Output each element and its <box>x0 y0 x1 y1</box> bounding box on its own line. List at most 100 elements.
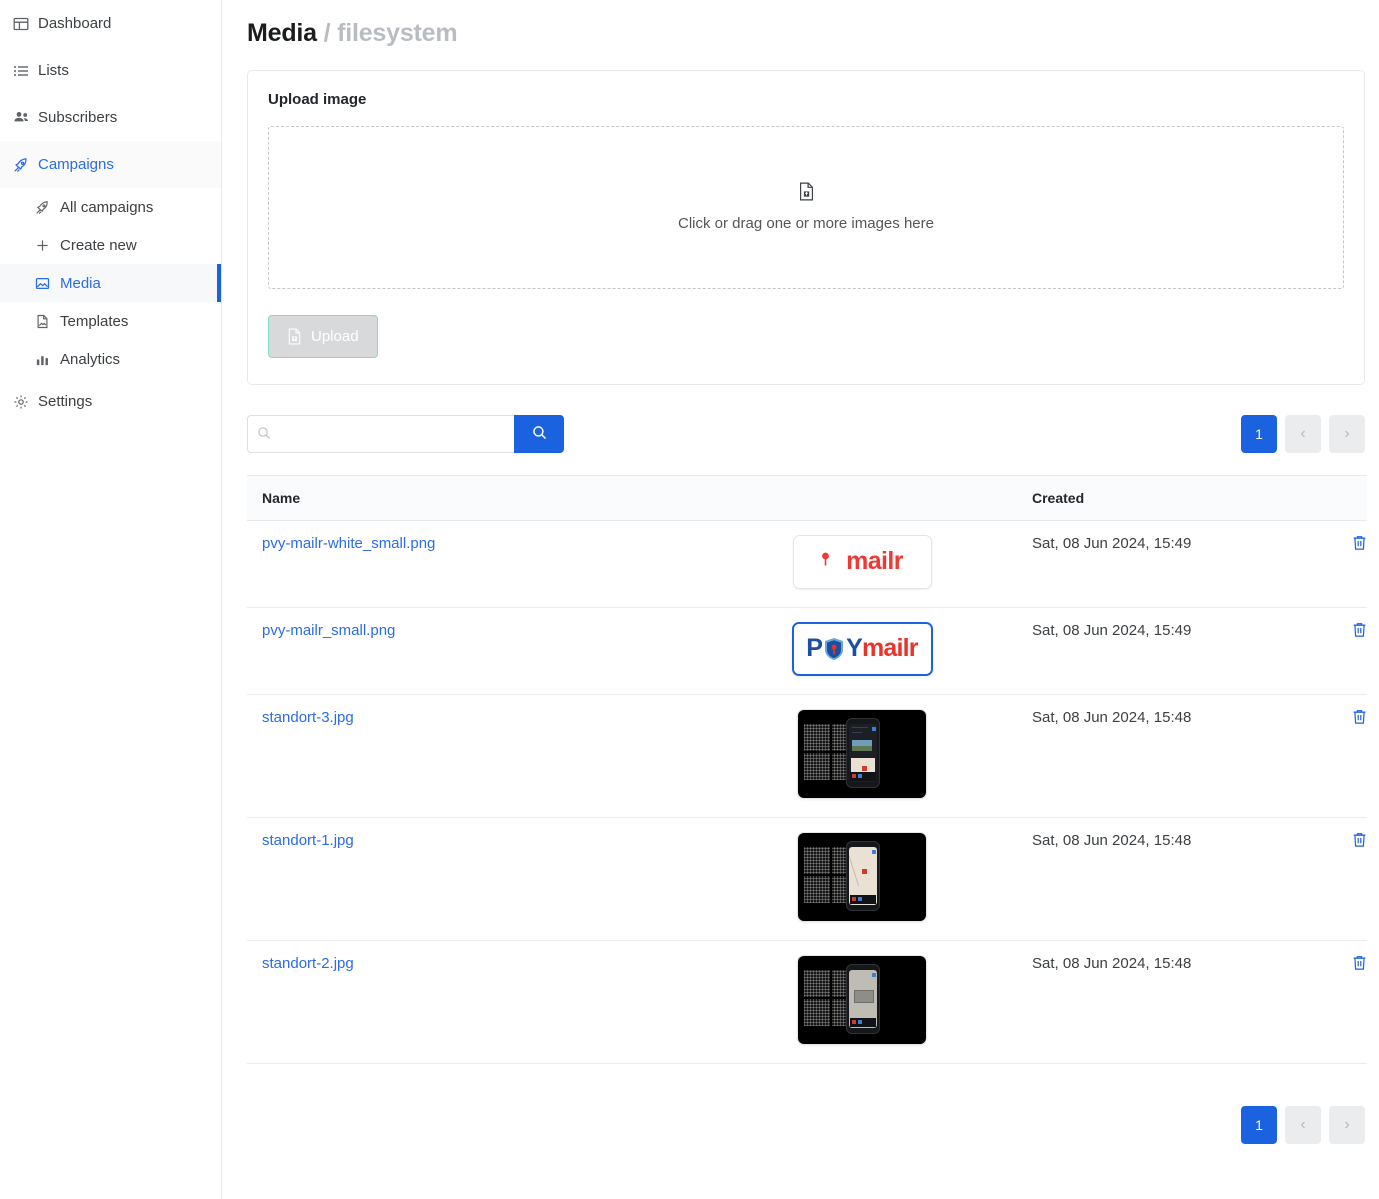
photo-phone <box>846 963 880 1034</box>
pagination-next-button[interactable]: › <box>1329 414 1365 453</box>
trash-icon[interactable] <box>1352 832 1367 848</box>
sidebar-subitem-label: Templates <box>60 312 129 330</box>
trash-icon[interactable] <box>1352 535 1367 551</box>
dropzone-text: Click or drag one or more images here <box>678 215 934 233</box>
sidebar-item-create-new[interactable]: Create new <box>0 226 221 264</box>
campaigns-subnav: All campaigns Create new Media Templates… <box>0 188 221 378</box>
logo-letter-p: P <box>806 634 823 663</box>
photo-phone <box>846 840 880 911</box>
cell-name: pvy-mailr-white_small.png <box>247 520 692 608</box>
image-icon <box>30 276 55 291</box>
media-thumbnail[interactable] <box>797 831 927 922</box>
table-row: standort-2.jpg Sat, 08 Jun 2024, 15:48 <box>247 940 1367 1064</box>
phone-screen <box>849 723 877 782</box>
mailr-white-logo: mailr <box>793 535 931 588</box>
people-icon <box>8 109 34 126</box>
bar-chart-icon <box>30 352 55 367</box>
list-icon <box>8 63 34 79</box>
search-icon <box>532 425 547 443</box>
search-box <box>247 414 564 453</box>
file-upload-icon <box>287 328 302 345</box>
sidebar-item-label: Lists <box>38 62 69 79</box>
cell-actions <box>1307 817 1367 941</box>
media-table-head: Name Created <box>247 474 1367 521</box>
cell-thumbnail: mailr <box>692 520 1017 608</box>
column-header-actions <box>1307 474 1367 521</box>
photo-standort-1 <box>798 832 926 921</box>
app-root: Dashboard Lists Subscribers Campaigns Al… <box>0 0 1379 1199</box>
media-file-link[interactable]: pvy-mailr_small.png <box>262 622 395 639</box>
sidebar-item-label: Subscribers <box>38 109 118 126</box>
upload-card-title: Upload image <box>268 90 367 108</box>
column-header-name[interactable]: Name <box>247 474 692 521</box>
logo-word-mailr: mailr <box>861 634 919 663</box>
cell-name: standort-1.jpg <box>247 817 692 941</box>
page-title-main: Media <box>247 18 317 47</box>
media-thumbnail[interactable] <box>797 954 927 1045</box>
table-header-row: Name Created <box>247 474 1367 521</box>
upload-dropzone[interactable]: Click or drag one or more images here <box>268 125 1344 289</box>
table-row: standort-3.jpg Sat, 08 Jun 2024, 15:48 <box>247 694 1367 818</box>
trash-icon[interactable] <box>1352 709 1367 725</box>
cell-actions <box>1307 520 1367 608</box>
sidebar-item-all-campaigns[interactable]: All campaigns <box>0 188 221 226</box>
sidebar-item-templates[interactable]: Templates <box>0 302 221 340</box>
cell-actions <box>1307 694 1367 818</box>
cell-thumbnail <box>692 940 1017 1064</box>
photo-standort-3 <box>798 709 926 798</box>
phone-screen <box>849 969 877 1028</box>
pagination-top: 1 ‹ › <box>1241 414 1365 453</box>
shield-icon <box>823 637 845 661</box>
trash-icon[interactable] <box>1352 622 1367 638</box>
sidebar-subitem-label: Media <box>60 274 101 292</box>
cell-created: Sat, 08 Jun 2024, 15:48 <box>1017 817 1307 941</box>
table-row: standort-1.jpg Sat, 08 Jun 2024, 15:48 <box>247 817 1367 941</box>
column-header-thumbnail <box>692 474 1017 521</box>
cell-created: Sat, 08 Jun 2024, 15:48 <box>1017 940 1307 1064</box>
cell-created: Sat, 08 Jun 2024, 15:48 <box>1017 694 1307 818</box>
media-file-link[interactable]: standort-3.jpg <box>262 709 354 726</box>
pagination-next-button[interactable]: › <box>1329 1105 1365 1144</box>
media-toolbar: 1 ‹ › <box>247 414 1365 453</box>
logo-letter-y: Y <box>846 634 863 663</box>
cell-created: Sat, 08 Jun 2024, 15:49 <box>1017 607 1307 695</box>
cell-name: standort-2.jpg <box>247 940 692 1064</box>
gear-icon <box>8 394 34 410</box>
cell-actions <box>1307 607 1367 695</box>
cell-thumbnail <box>692 817 1017 941</box>
sidebar: Dashboard Lists Subscribers Campaigns Al… <box>0 0 222 1199</box>
sidebar-item-settings[interactable]: Settings <box>0 378 221 425</box>
sidebar-item-dashboard[interactable]: Dashboard <box>0 0 221 47</box>
trash-icon[interactable] <box>1352 955 1367 971</box>
photo-phone <box>846 717 880 788</box>
sidebar-item-campaigns[interactable]: Campaigns <box>0 141 221 188</box>
sidebar-item-label: Campaigns <box>38 156 114 173</box>
location-pin-icon <box>821 552 830 571</box>
media-table: Name Created pvy-mailr-white_small.png m… <box>247 474 1367 1064</box>
dashboard-icon <box>8 16 34 32</box>
media-file-link[interactable]: standort-1.jpg <box>262 832 354 849</box>
sidebar-subitem-label: All campaigns <box>60 198 154 216</box>
upload-button[interactable]: Upload <box>268 314 378 358</box>
sidebar-item-subscribers[interactable]: Subscribers <box>0 94 221 141</box>
column-header-created[interactable]: Created <box>1017 474 1307 521</box>
pagination-page-1[interactable]: 1 <box>1241 414 1277 453</box>
pagination-prev-button[interactable]: ‹ <box>1285 1105 1321 1144</box>
media-file-link[interactable]: standort-2.jpg <box>262 955 354 972</box>
search-input[interactable] <box>247 414 514 453</box>
mailr-wordmark: mailr <box>846 547 903 576</box>
media-thumbnail[interactable]: mailr <box>792 534 932 589</box>
media-thumbnail[interactable] <box>797 708 927 799</box>
pagination-page-1[interactable]: 1 <box>1241 1105 1277 1144</box>
sidebar-item-lists[interactable]: Lists <box>0 47 221 94</box>
sidebar-item-analytics[interactable]: Analytics <box>0 340 221 378</box>
phone-screen <box>849 846 877 905</box>
search-button[interactable] <box>514 414 564 453</box>
search-field-wrapper <box>247 414 514 453</box>
pagination-prev-button[interactable]: ‹ <box>1285 414 1321 453</box>
sidebar-subitem-label: Create new <box>60 236 137 254</box>
sidebar-item-media[interactable]: Media <box>0 264 221 302</box>
cell-thumbnail: P Ymailr <box>692 607 1017 695</box>
media-file-link[interactable]: pvy-mailr-white_small.png <box>262 535 435 552</box>
media-thumbnail[interactable]: P Ymailr <box>791 621 933 676</box>
